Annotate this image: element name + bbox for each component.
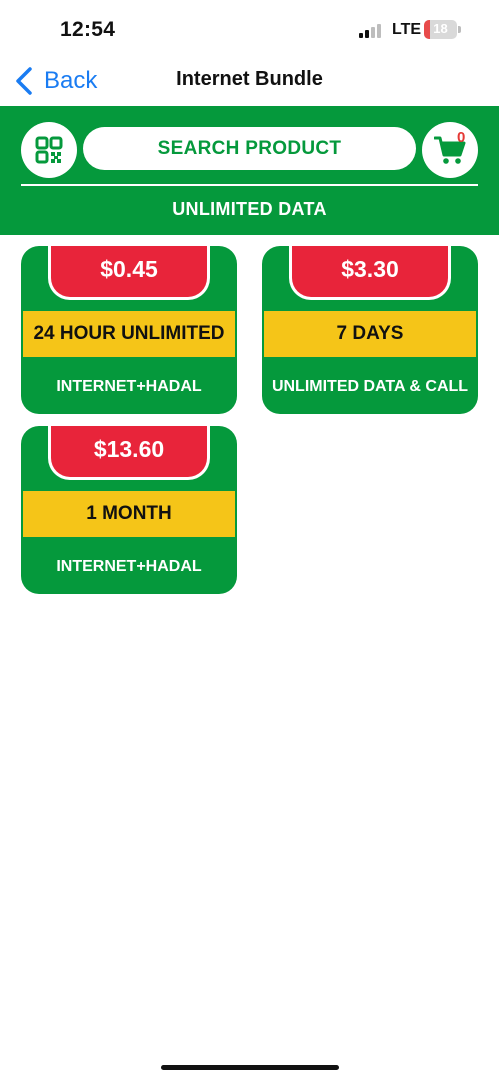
search-input[interactable]: SEARCH PRODUCT [83, 127, 416, 170]
product-card[interactable]: $0.45 24 HOUR UNLIMITED INTERNET+HADAL [21, 246, 237, 414]
product-description: INTERNET+HADAL [56, 558, 202, 575]
back-label: Back [44, 67, 98, 94]
qr-scan-button[interactable] [21, 122, 77, 178]
category-title: UNLIMITED DATA [172, 199, 327, 219]
status-time: 12:54 [60, 18, 116, 41]
home-indicator[interactable] [161, 1065, 339, 1070]
qr-code-icon [35, 136, 63, 164]
product-price: $0.45 [100, 256, 158, 282]
cart-count-badge: 0 [457, 129, 466, 146]
search-placeholder: SEARCH PRODUCT [157, 137, 342, 159]
battery-icon: 18 [424, 20, 457, 39]
signal-icon [359, 23, 385, 38]
product-duration: 24 HOUR UNLIMITED [33, 323, 225, 344]
product-description: INTERNET+HADAL [56, 378, 202, 395]
status-bar: 12:54 LTE 18 [0, 0, 499, 58]
product-duration: 7 DAYS [336, 323, 404, 344]
battery-level: 18 [433, 21, 448, 36]
product-card[interactable]: $3.30 7 DAYS UNLIMITED DATA & CALL [262, 246, 478, 414]
cart-button[interactable] [422, 122, 478, 178]
price-tab: $3.30 [289, 246, 451, 300]
nav-bar: Back Internet Bundle [0, 58, 499, 106]
header-divider [21, 184, 478, 186]
duration-band: 1 MONTH [23, 491, 235, 537]
duration-band: 24 HOUR UNLIMITED [23, 311, 235, 357]
store-header: SEARCH PRODUCT 0 UNLIMITED DATA [0, 106, 499, 235]
product-price: $13.60 [93, 436, 165, 462]
duration-band: 7 DAYS [264, 311, 476, 357]
back-button[interactable]: Back [14, 64, 97, 98]
price-tab: $0.45 [48, 246, 210, 300]
network-type: LTE [392, 21, 422, 38]
price-tab: $13.60 [48, 426, 210, 480]
product-card[interactable]: $13.60 1 MONTH INTERNET+HADAL [21, 426, 237, 594]
battery-nub [458, 26, 461, 33]
back-chevron-icon [16, 67, 32, 95]
product-duration: 1 MONTH [86, 503, 172, 524]
product-price: $3.30 [341, 256, 399, 282]
product-description: UNLIMITED DATA & CALL [271, 378, 469, 395]
